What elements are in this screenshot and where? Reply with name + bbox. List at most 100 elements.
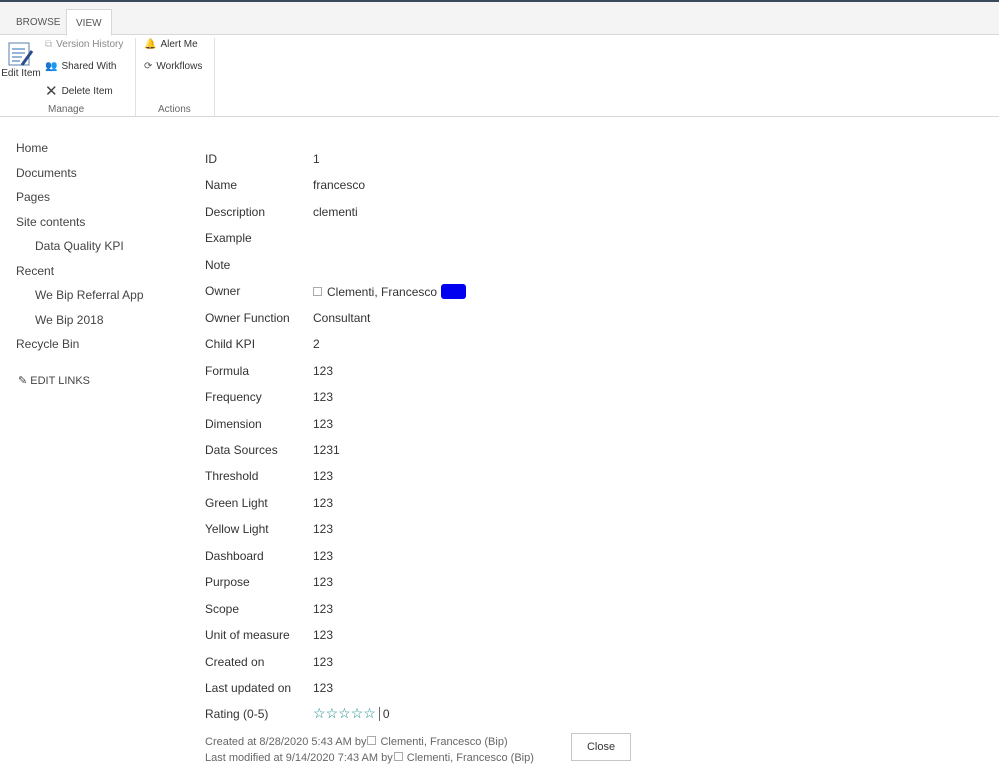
nav-referral-app[interactable]: We Bip Referral App: [35, 288, 144, 302]
star-icon[interactable]: ☆: [351, 705, 364, 721]
star-icon[interactable]: ☆: [313, 705, 326, 721]
actions-group-label: Actions: [158, 104, 191, 115]
version-history-icon: ⧉: [45, 39, 53, 50]
presence-icon: [367, 736, 377, 745]
field-value: 123: [313, 469, 334, 484]
field-label: Description: [205, 204, 266, 219]
edit-form-icon: [8, 42, 34, 66]
workflows-label: Workflows: [156, 61, 203, 72]
pencil-icon: ✎: [18, 375, 28, 387]
field-label: Last updated on: [205, 681, 292, 695]
field-label: Green Light: [205, 495, 268, 510]
people-icon: 👥: [45, 61, 58, 72]
field-label: Dimension: [205, 416, 262, 431]
field-label: Example: [205, 231, 252, 246]
close-button[interactable]: Close: [571, 733, 631, 761]
delete-item-button[interactable]: ✕ Delete Item: [45, 82, 113, 100]
field-value: 123: [313, 363, 334, 378]
field-value: 123: [313, 522, 334, 537]
field-label: Frequency: [205, 390, 262, 405]
workflows-button[interactable]: ⟳ Workflows: [144, 61, 202, 72]
edit-item-button[interactable]: Edit Item: [1, 41, 41, 79]
field-value: 123: [313, 390, 334, 405]
nav-pages[interactable]: Pages: [16, 190, 50, 204]
field-label: Yellow Light: [205, 522, 269, 537]
field-value: clementi: [313, 204, 358, 219]
created-info: Created at 8/28/2020 5:43 AM by Clementi,…: [205, 736, 508, 748]
nav-recent[interactable]: Recent: [16, 264, 54, 278]
separator: [135, 38, 136, 116]
nav-data-quality-kpi[interactable]: Data Quality KPI: [35, 239, 124, 253]
bell-icon: 🔔: [144, 39, 157, 50]
field-value: 123: [313, 654, 334, 669]
field-label: Child KPI: [205, 337, 256, 352]
field-label: Rating (0-5): [205, 707, 269, 722]
separator: [214, 38, 215, 116]
redaction-mark: [441, 284, 467, 300]
nav-documents[interactable]: Documents: [16, 166, 77, 180]
modified-text: Last modified at 9/14/2020 7:43 AM by: [205, 752, 393, 764]
alert-me-button[interactable]: 🔔 Alert Me: [144, 39, 198, 50]
field-label: Name: [205, 178, 238, 193]
nav-site-contents[interactable]: Site contents: [16, 215, 85, 229]
field-label: Dashboard: [205, 548, 264, 563]
star-icon[interactable]: ☆: [326, 705, 339, 721]
ribbon-tabs: BROWSE VIEW: [0, 2, 999, 36]
nav-recycle-bin[interactable]: Recycle Bin: [16, 337, 79, 351]
field-value: 1: [313, 152, 320, 166]
modified-info: Last modified at 9/14/2020 7:43 AM by Cle…: [205, 752, 534, 764]
manage-group-label: Manage: [48, 104, 85, 115]
alert-me-label: Alert Me: [160, 39, 198, 50]
field-value: 123: [313, 601, 334, 616]
field-label: Threshold: [205, 469, 259, 484]
workflow-icon: ⟳: [144, 61, 153, 72]
field-label: Purpose: [205, 575, 250, 590]
presence-icon: [313, 287, 322, 297]
field-label: Note: [205, 257, 231, 272]
nav-home[interactable]: Home: [16, 141, 48, 155]
ribbon: Edit Item ⧉ Version History 👥 Shared With …: [0, 35, 999, 117]
field-value: 123: [313, 628, 334, 643]
field-value: 123: [313, 495, 334, 510]
tab-view[interactable]: VIEW: [66, 9, 112, 36]
field-label: Data Sources: [205, 442, 278, 457]
delete-x-icon: ✕: [45, 83, 58, 100]
owner-link[interactable]: Clementi, Francesco: [327, 285, 437, 299]
delete-item-label: Delete Item: [61, 85, 113, 97]
modified-by-link[interactable]: Clementi, Francesco (Bip): [407, 752, 534, 764]
field-label: Owner Function: [205, 310, 290, 325]
field-label: Unit of measure: [205, 628, 290, 643]
field-label: ID: [205, 152, 217, 166]
field-value: Clementi, Francesco: [313, 284, 467, 300]
field-label: Owner: [205, 284, 241, 299]
field-label: Scope: [205, 601, 240, 616]
rating-control[interactable]: ☆☆☆☆☆ 0: [313, 705, 390, 722]
star-icon[interactable]: ☆: [363, 705, 376, 721]
edit-links-button[interactable]: ✎ EDIT LINKS: [18, 374, 90, 387]
field-value: Consultant: [313, 310, 371, 325]
edit-item-label: Edit Item: [1, 68, 41, 79]
rating-count: 0: [382, 706, 390, 721]
shared-with-label: Shared With: [61, 61, 117, 72]
field-value: 123: [313, 416, 334, 431]
field-label: Created on: [205, 654, 265, 669]
field-value: 1231: [313, 442, 340, 457]
field-value: 123: [313, 548, 334, 563]
field-value: francesco: [313, 178, 366, 193]
nav-we-bip-2018[interactable]: We Bip 2018: [35, 313, 104, 327]
created-text: Created at 8/28/2020 5:43 AM by: [205, 736, 367, 748]
created-by-link[interactable]: Clementi, Francesco (Bip): [380, 736, 507, 748]
field-value: 123: [313, 681, 334, 695]
edit-links-label: EDIT LINKS: [30, 375, 90, 387]
version-history-button[interactable]: ⧉ Version History: [45, 39, 123, 50]
rating-stars[interactable]: ☆☆☆☆☆: [313, 705, 376, 722]
tab-browse[interactable]: BROWSE: [7, 9, 69, 36]
presence-icon: [393, 752, 403, 761]
field-label: Formula: [205, 363, 250, 378]
divider: [378, 706, 380, 721]
field-value: 123: [313, 575, 334, 590]
shared-with-button[interactable]: 👥 Shared With: [45, 61, 116, 72]
version-history-label: Version History: [56, 39, 124, 50]
field-value: 2: [313, 337, 320, 352]
star-icon[interactable]: ☆: [338, 705, 351, 721]
